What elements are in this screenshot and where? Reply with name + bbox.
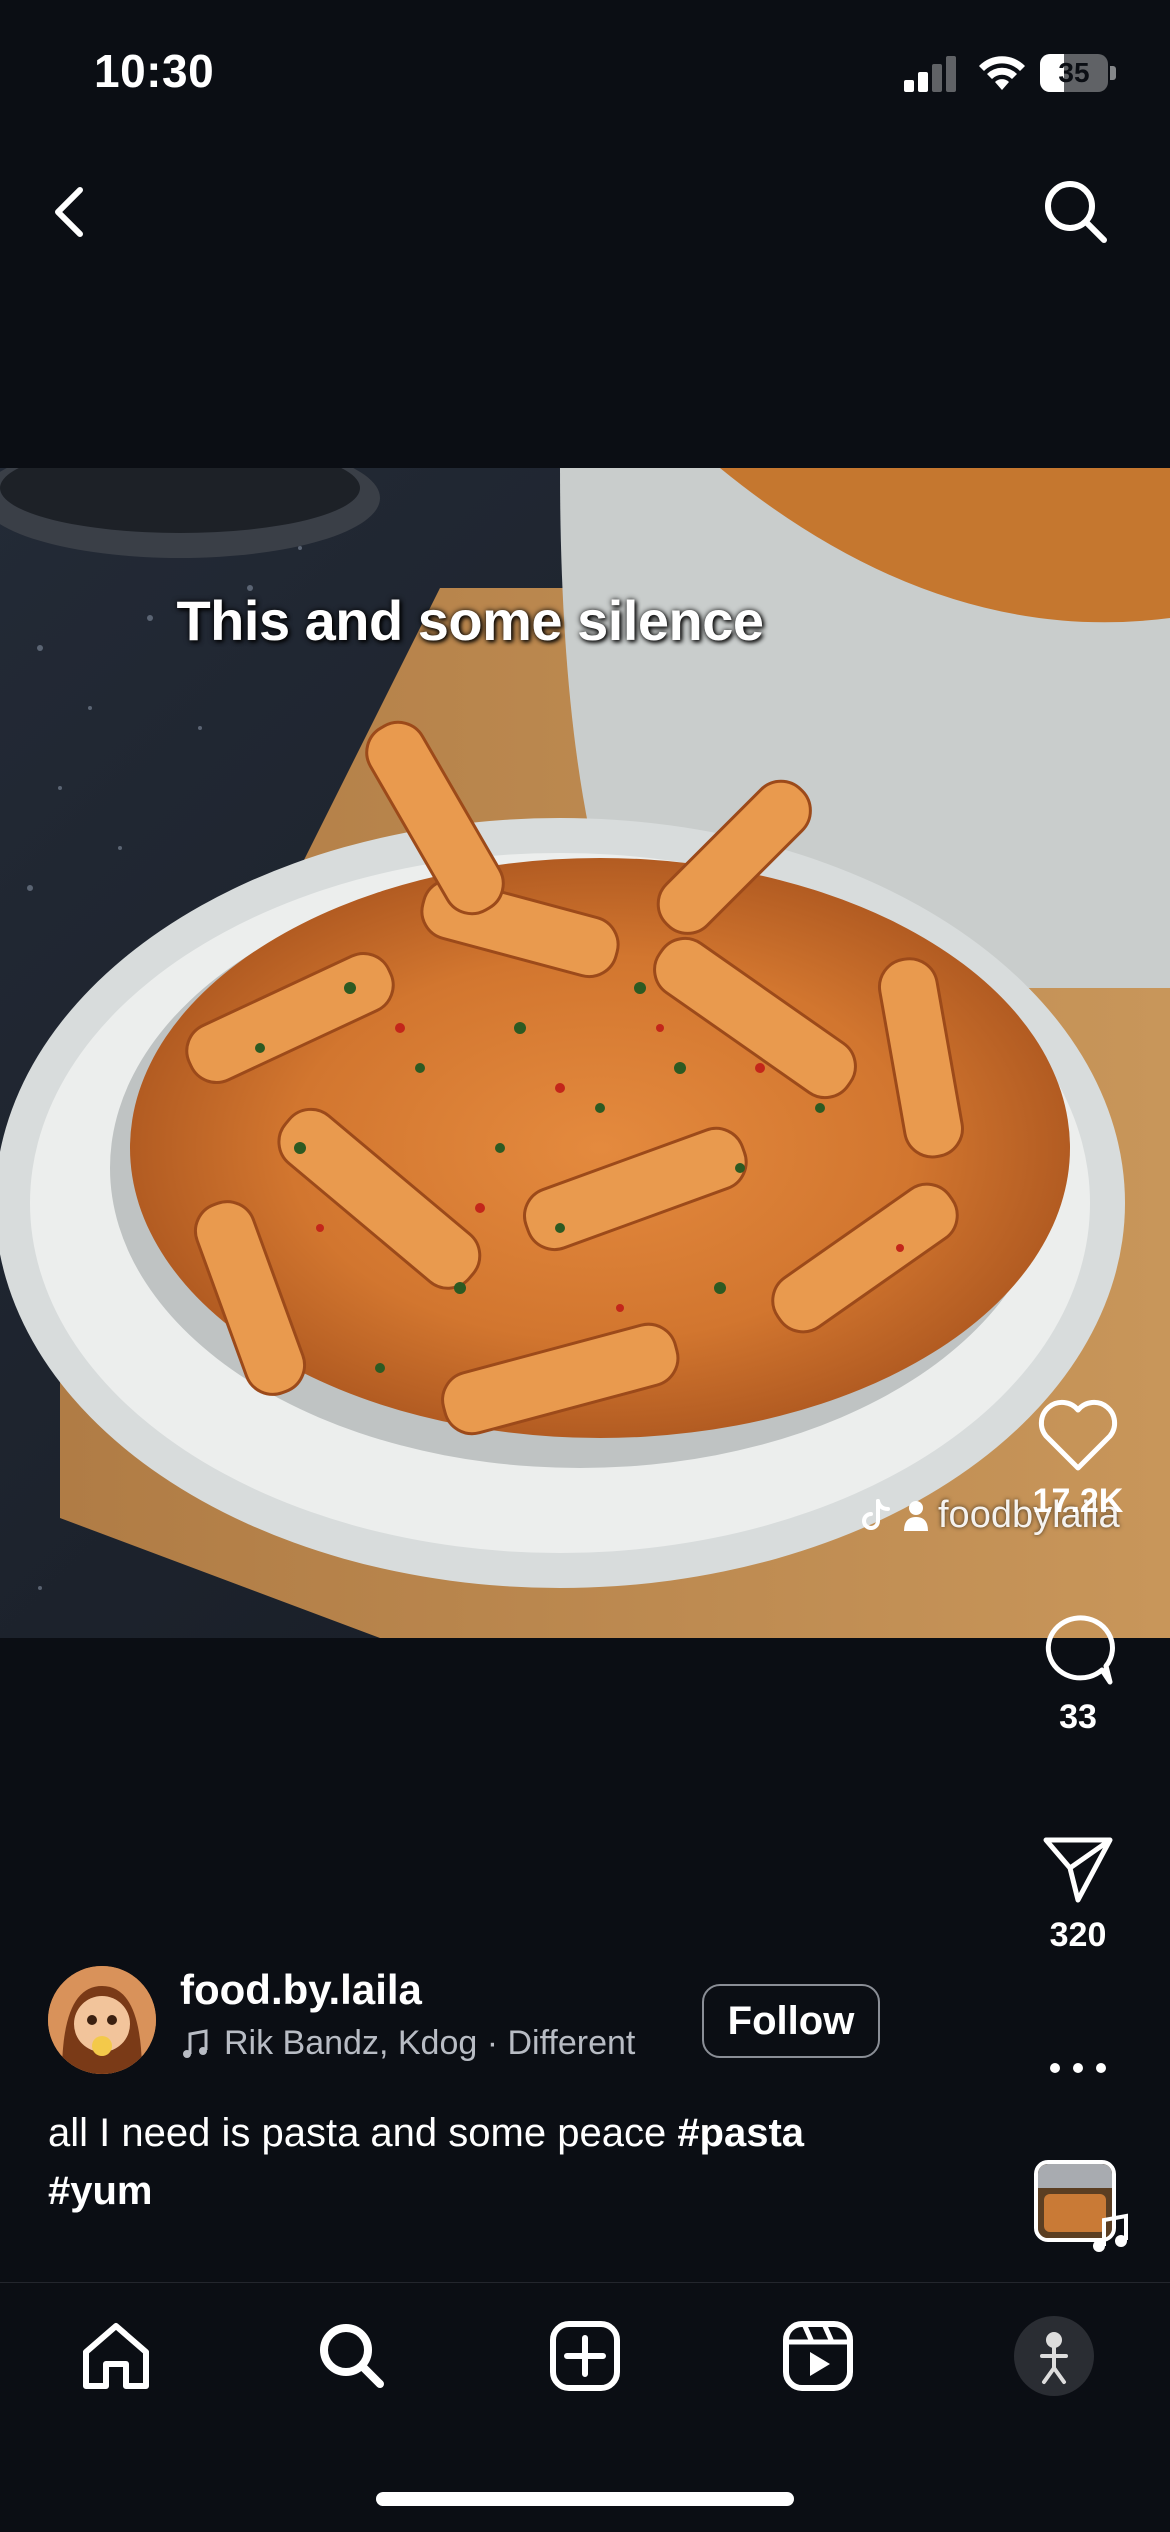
video-overlay-text: This and some silence [176, 589, 764, 652]
chevron-left-icon[interactable] [40, 172, 100, 252]
battery-indicator: 35 [1040, 54, 1116, 92]
search-icon[interactable] [1036, 172, 1116, 252]
hashtag-yum[interactable]: #yum [48, 2169, 153, 2213]
cellular-signal-icon [904, 56, 960, 92]
audio-track[interactable]: Rik Bandz, Kdog · Different [180, 2024, 670, 2063]
author-username[interactable]: food.by.laila [180, 1966, 422, 2014]
wifi-icon [979, 56, 1025, 90]
comment-count: 33 [1059, 1698, 1097, 1736]
more-dot [1050, 2063, 1060, 2073]
comment-action[interactable]: 33 [1018, 1610, 1138, 1737]
heart-icon[interactable] [1036, 1398, 1120, 1474]
author-avatar[interactable] [48, 1966, 156, 2074]
more-dot [1073, 2063, 1083, 2073]
home-indicator [376, 2492, 794, 2506]
like-action[interactable]: 17.2K [1018, 1398, 1138, 1521]
share-action[interactable]: 320 [1018, 1828, 1138, 1955]
more-options-button[interactable] [1046, 2048, 1110, 2088]
home-icon[interactable] [76, 2316, 156, 2396]
more-dot [1096, 2063, 1106, 2073]
tiktok-logo-icon [862, 1499, 890, 1530]
audio-track-name: Rik Bandz, Kdog · Different [224, 2024, 636, 2062]
comment-icon[interactable] [1038, 1610, 1118, 1690]
music-note-icon [183, 2028, 208, 2058]
user-icon [904, 1501, 928, 1531]
explore-search-icon[interactable] [312, 2316, 392, 2396]
like-count: 17.2K [1032, 1482, 1124, 1520]
status-time: 10:30 [94, 45, 215, 97]
hashtag-pasta[interactable]: #pasta [677, 2111, 804, 2155]
battery-level: 35 [1058, 57, 1090, 88]
post-caption: all I need is pasta and some peace #past… [48, 2104, 948, 2220]
plus-square-icon[interactable] [545, 2316, 625, 2396]
reels-icon[interactable] [778, 2316, 858, 2396]
follow-button[interactable]: Follow [702, 1984, 880, 2058]
music-note-icon [1093, 2213, 1128, 2252]
share-count: 320 [1049, 1916, 1107, 1954]
send-icon[interactable] [1038, 1828, 1118, 1908]
caption-text: all I need is pasta and some peace [48, 2111, 667, 2155]
profile-avatar[interactable] [1014, 2316, 1094, 2396]
